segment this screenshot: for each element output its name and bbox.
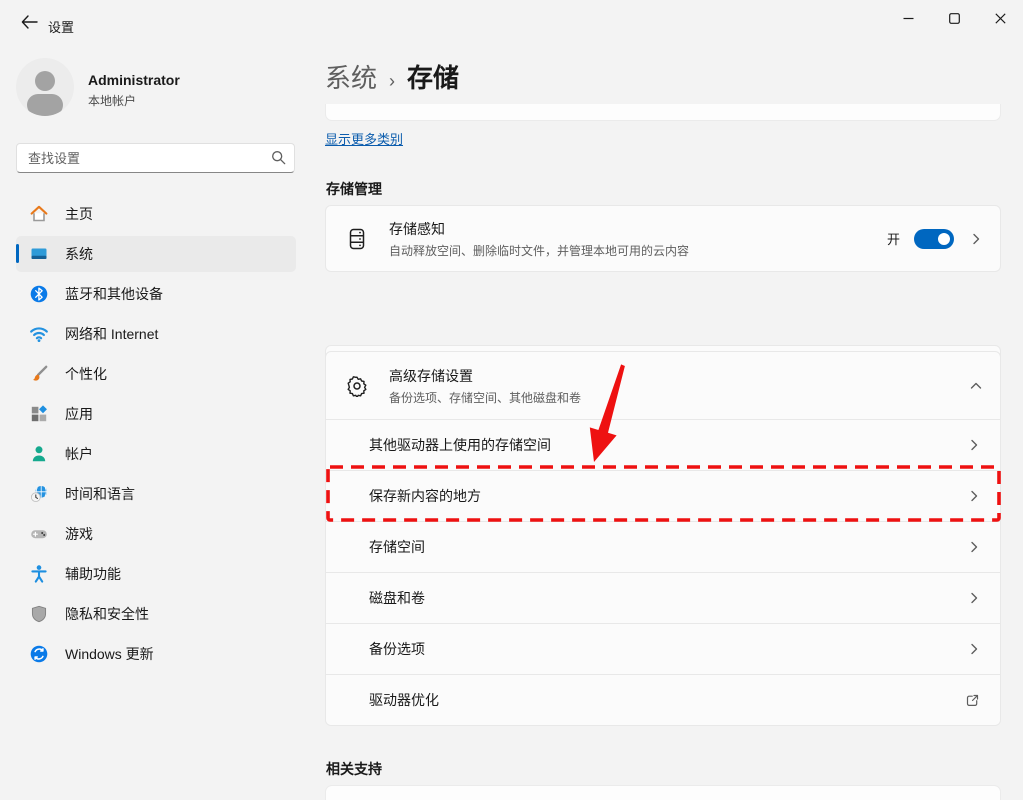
maximize-icon	[949, 11, 960, 29]
section-title-storage-management: 存储管理	[326, 179, 382, 199]
sidebar-item-time-language[interactable]: 时间和语言	[16, 476, 296, 512]
sidebar-item-label: 系统	[65, 244, 93, 264]
sidebar-item-label: 时间和语言	[65, 484, 135, 504]
sidebar-item-accessibility[interactable]: 辅助功能	[16, 556, 296, 592]
row-drive-optimization[interactable]: 驱动器优化	[326, 674, 1000, 725]
storage-sense-description: 自动释放空间、删除临时文件，并管理本地可用的云内容	[389, 242, 887, 259]
user-account-type: 本地帐户	[88, 92, 136, 109]
close-button[interactable]	[977, 0, 1023, 40]
accounts-icon	[29, 444, 49, 464]
toggle-state-label: 开	[887, 229, 900, 248]
user-account-button[interactable]: Administrator 本地帐户	[16, 58, 296, 118]
row-disks-volumes[interactable]: 磁盘和卷	[326, 572, 1000, 623]
related-support-card-partial	[325, 785, 1001, 800]
chevron-right-icon	[970, 233, 982, 245]
sidebar-item-label: 应用	[65, 404, 93, 424]
sidebar-item-privacy-security[interactable]: 隐私和安全性	[16, 596, 296, 632]
sidebar-item-windows-update[interactable]: Windows 更新	[16, 636, 296, 672]
minimize-icon	[903, 11, 914, 29]
gear-icon	[346, 375, 368, 397]
storage-sense-title: 存储感知	[389, 219, 887, 239]
sidebar-item-bluetooth-devices[interactable]: 蓝牙和其他设备	[16, 276, 296, 312]
storage-usage-bar-partial	[325, 104, 1001, 121]
window-controls	[885, 0, 1023, 40]
sidebar-item-label: 主页	[65, 204, 93, 224]
network-icon	[29, 324, 49, 344]
back-button[interactable]	[14, 10, 44, 38]
personalization-icon	[29, 364, 49, 384]
arrow-left-icon	[21, 15, 38, 34]
storage-sense-toggle[interactable]	[914, 229, 954, 249]
sidebar-item-label: 隐私和安全性	[65, 604, 149, 624]
chevron-right-icon	[968, 643, 980, 655]
windows-update-icon	[29, 644, 49, 664]
avatar	[16, 58, 74, 116]
breadcrumb-separator: ›	[389, 71, 395, 92]
sidebar-item-label: 辅助功能	[65, 564, 121, 584]
time-language-icon	[29, 484, 49, 504]
user-name: Administrator	[88, 72, 180, 88]
sidebar-item-label: 帐户	[65, 444, 93, 464]
accessibility-icon	[29, 564, 49, 584]
sidebar-item-home[interactable]: 主页	[16, 196, 296, 232]
shield-icon	[29, 604, 49, 624]
page-title: 存储	[407, 58, 459, 95]
breadcrumb-system[interactable]: 系统	[325, 58, 377, 95]
chevron-right-icon	[968, 439, 980, 451]
row-storage-spaces[interactable]: 存储空间	[326, 521, 1000, 572]
sidebar-item-accounts[interactable]: 帐户	[16, 436, 296, 472]
sidebar-item-network[interactable]: 网络和 Internet	[16, 316, 296, 352]
close-icon	[995, 11, 1006, 29]
maximize-button[interactable]	[931, 0, 977, 40]
chevron-right-icon	[968, 490, 980, 502]
sidebar-item-personalization[interactable]: 个性化	[16, 356, 296, 392]
apps-icon	[29, 404, 49, 424]
storage-sense-icon	[346, 228, 368, 250]
breadcrumb: 系统 › 存储	[325, 58, 459, 95]
advanced-storage-header[interactable]: 高级存储设置 备份选项、存储空间、其他磁盘和卷	[326, 352, 1000, 419]
storage-sense-card[interactable]: 存储感知 自动释放空间、删除临时文件，并管理本地可用的云内容 开	[325, 205, 1001, 272]
gaming-icon	[29, 524, 49, 544]
sidebar-item-label: 网络和 Internet	[65, 324, 158, 344]
chevron-right-icon	[968, 541, 980, 553]
sidebar-nav: 主页 系统 蓝牙和其他设备 网络和 Internet	[16, 196, 296, 672]
sidebar: Administrator 本地帐户 主页 系统	[0, 48, 312, 800]
search-icon	[271, 150, 286, 170]
bluetooth-icon	[29, 284, 49, 304]
sidebar-item-label: 个性化	[65, 364, 107, 384]
home-icon	[29, 204, 49, 224]
main-content: 系统 › 存储 显示更多类别 存储管理 存储感知 自动释放空间、删除临时文件，并…	[325, 48, 1001, 800]
chevron-up-icon	[970, 380, 982, 392]
show-more-categories-link[interactable]: 显示更多类别	[325, 129, 403, 148]
advanced-storage-card: 高级存储设置 备份选项、存储空间、其他磁盘和卷 其他驱动器上使用的存储空间 保存…	[325, 351, 1001, 726]
titlebar: 设置	[0, 0, 1023, 48]
search-box	[16, 143, 295, 173]
advanced-storage-description: 备份选项、存储空间、其他磁盘和卷	[389, 389, 966, 406]
sidebar-item-system[interactable]: 系统	[16, 236, 296, 272]
settings-window: 设置 Administrator 本地帐户	[0, 0, 1023, 800]
chevron-right-icon	[968, 592, 980, 604]
sidebar-item-label: 游戏	[65, 524, 93, 544]
system-icon	[29, 244, 49, 264]
external-link-icon	[965, 693, 980, 708]
sidebar-item-label: 蓝牙和其他设备	[65, 284, 163, 304]
row-where-new-content-saved[interactable]: 保存新内容的地方	[326, 470, 1000, 521]
row-storage-other-drives[interactable]: 其他驱动器上使用的存储空间	[326, 419, 1000, 470]
sidebar-item-gaming[interactable]: 游戏	[16, 516, 296, 552]
search-input[interactable]	[16, 143, 295, 173]
sidebar-item-apps[interactable]: 应用	[16, 396, 296, 432]
section-title-related-support: 相关支持	[326, 759, 382, 779]
advanced-storage-title: 高级存储设置	[389, 366, 966, 386]
sidebar-item-label: Windows 更新	[65, 644, 154, 664]
minimize-button[interactable]	[885, 0, 931, 40]
row-backup-options[interactable]: 备份选项	[326, 623, 1000, 674]
app-title: 设置	[48, 17, 74, 36]
